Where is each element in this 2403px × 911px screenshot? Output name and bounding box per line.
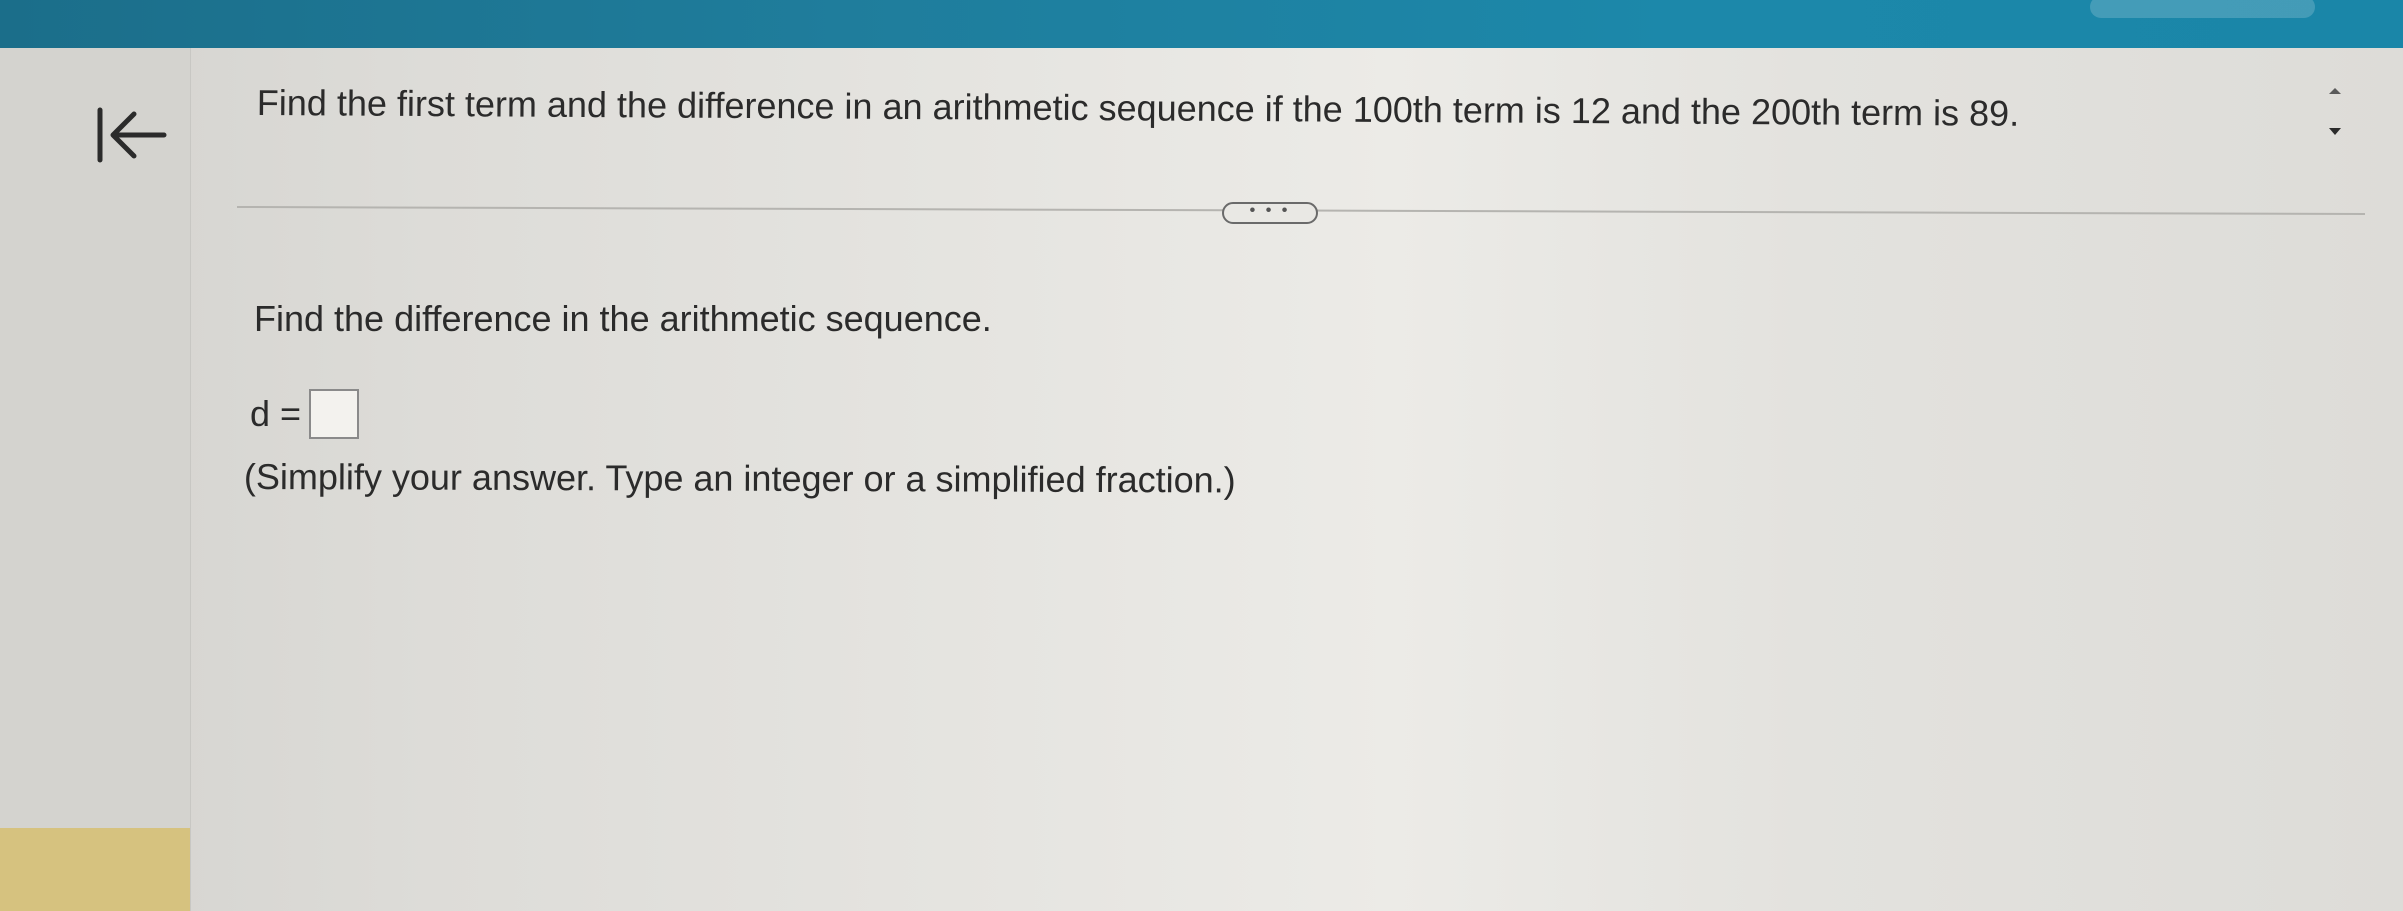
back-to-start-button[interactable] — [92, 100, 172, 170]
top-bar — [0, 0, 2403, 48]
answer-hint: (Simplify your answer. Type an integer o… — [243, 456, 1236, 501]
back-to-start-arrow-icon — [97, 107, 167, 163]
top-bar-pill — [2090, 0, 2315, 18]
up-down-chevron-icon — [2329, 88, 2341, 135]
answer-input[interactable] — [309, 389, 360, 439]
question-text: Find the first term and the difference i… — [256, 82, 2020, 134]
question-page: Find the first term and the difference i… — [0, 0, 2403, 911]
answer-row: d = — [250, 388, 360, 440]
part-prompt: Find the difference in the arithmetic se… — [254, 298, 992, 339]
answer-label: d = — [250, 393, 302, 434]
left-panel — [0, 48, 191, 911]
show-more-button[interactable]: • • • — [1222, 202, 1318, 224]
left-panel-accent — [0, 828, 190, 911]
scroll-control[interactable] — [2315, 82, 2355, 142]
